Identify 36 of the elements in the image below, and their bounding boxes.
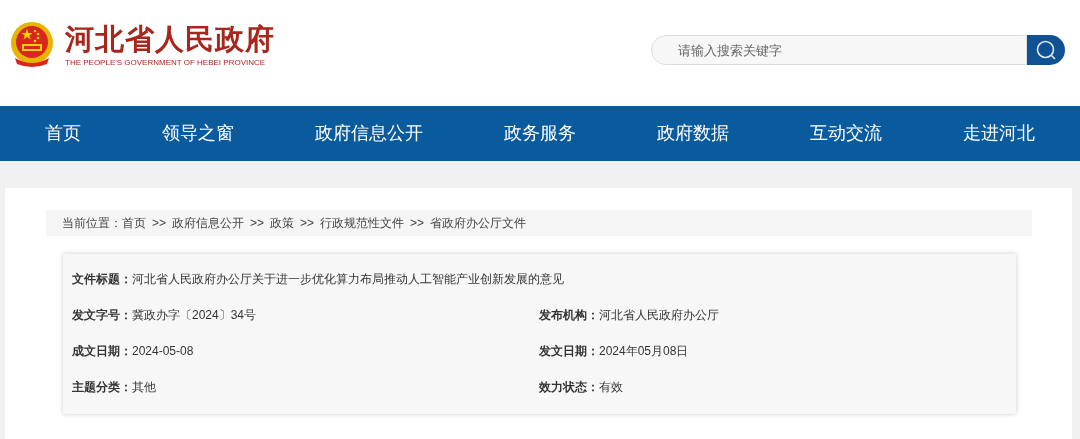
breadcrumb-separator: >> <box>152 215 166 232</box>
field-label: 效力状态： <box>539 379 599 396</box>
breadcrumb-separator: >> <box>410 215 425 232</box>
nav-link[interactable]: 首页 <box>45 120 81 147</box>
search-button[interactable] <box>1027 35 1065 65</box>
nav-link[interactable]: 政府信息公开 <box>315 120 423 147</box>
breadcrumb-separator: >> <box>250 215 265 232</box>
field-label: 文件标题： <box>72 271 132 288</box>
field-label: 发文日期： <box>539 343 599 360</box>
breadcrumb-link[interactable]: 政府信息公开 <box>172 214 244 232</box>
breadcrumb-link[interactable]: 首页 <box>122 214 146 232</box>
breadcrumb-separator: >> <box>300 215 315 232</box>
field-value: 其他 <box>132 379 156 396</box>
nav-link[interactable]: 政务服务 <box>504 120 576 147</box>
search-icon <box>1035 39 1057 61</box>
nav-link[interactable]: 互动交流 <box>810 120 882 147</box>
nav-link[interactable]: 政府数据 <box>657 120 729 147</box>
breadcrumb-link[interactable]: 省政府办公厅文件 <box>430 214 527 232</box>
field-label: 发布机构： <box>539 307 599 324</box>
field-value: 河北省人民政府办公厅 <box>599 307 719 324</box>
field-value: 河北省人民政府办公厅关于进一步优化算力布局推动人工智能产业创新发展的意见 <box>132 271 564 288</box>
field-value: 2024-05-08 <box>132 343 194 360</box>
field-value: 2024年05月08日 <box>599 343 689 360</box>
field-value: 有效 <box>599 379 623 396</box>
breadcrumb-link[interactable]: 政策 <box>270 214 295 232</box>
breadcrumb-link[interactable]: 行政规范性文件 <box>320 214 405 232</box>
site-subtitle: THE PEOPLE'S GOVERNMENT OF HEBEI PROVINCE <box>65 56 267 69</box>
nav-link[interactable]: 走进河北 <box>963 120 1035 147</box>
field-label: 主题分类： <box>72 379 132 396</box>
field-label: 发文字号： <box>72 307 132 324</box>
field-label: 成文日期： <box>72 343 132 360</box>
site-title: 河北省人民政府 <box>65 21 275 56</box>
breadcrumb-label: 当前位置： <box>62 215 122 232</box>
search-field[interactable]: 请输入搜索关键字 <box>651 35 1027 65</box>
field-value: 冀政办字〔2024〕34号 <box>132 307 257 324</box>
nav-link[interactable]: 领导之窗 <box>162 120 234 147</box>
